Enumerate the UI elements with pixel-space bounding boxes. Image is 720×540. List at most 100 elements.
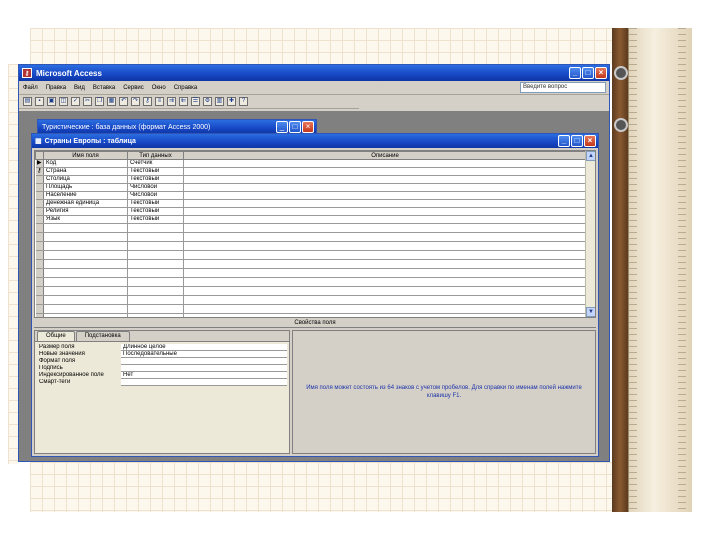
description-cell[interactable] bbox=[183, 199, 587, 208]
vertical-scrollbar[interactable]: ▲ ▼ bbox=[585, 151, 595, 317]
data-type-cell[interactable]: Текстовый bbox=[127, 199, 184, 208]
minimize-button[interactable]: _ bbox=[569, 67, 581, 79]
tab-general[interactable]: Общие bbox=[37, 331, 75, 341]
table-row[interactable] bbox=[35, 295, 587, 305]
table-window-titlebar[interactable]: ▦ Страны Европы : таблица _ □ × bbox=[32, 134, 598, 148]
description-cell[interactable] bbox=[183, 207, 587, 216]
description-cell[interactable] bbox=[183, 295, 587, 305]
field-name-cell[interactable] bbox=[43, 259, 128, 269]
description-cell[interactable] bbox=[183, 215, 587, 224]
field-name-cell[interactable]: Код bbox=[43, 159, 128, 168]
data-type-cell[interactable] bbox=[127, 259, 184, 269]
copy-icon[interactable]: ❐ bbox=[95, 97, 104, 106]
table-maximize-button[interactable]: □ bbox=[571, 135, 583, 147]
field-name-cell[interactable]: Религия bbox=[43, 207, 128, 216]
table-row[interactable] bbox=[35, 268, 587, 278]
row-selector[interactable] bbox=[35, 268, 44, 278]
data-type-cell[interactable]: Текстовый bbox=[127, 215, 184, 224]
row-selector[interactable] bbox=[35, 199, 44, 208]
scroll-up-icon[interactable]: ▲ bbox=[586, 151, 595, 161]
field-name-cell[interactable]: Страна bbox=[43, 167, 128, 176]
property-value[interactable] bbox=[121, 365, 287, 372]
field-name-cell[interactable] bbox=[43, 241, 128, 251]
table-row[interactable] bbox=[35, 223, 587, 233]
database-window-titlebar[interactable]: Туристические : база данных (формат Acce… bbox=[38, 120, 316, 134]
preview-icon[interactable]: ◫ bbox=[59, 97, 68, 106]
row-selector[interactable] bbox=[35, 241, 44, 251]
data-type-cell[interactable] bbox=[127, 268, 184, 278]
delete-row-icon[interactable]: ⇇ bbox=[179, 97, 188, 106]
properties-icon[interactable]: ☰ bbox=[191, 97, 200, 106]
field-name-cell[interactable]: Денежная единица bbox=[43, 199, 128, 208]
description-cell[interactable] bbox=[183, 259, 587, 269]
property-value[interactable] bbox=[121, 358, 287, 365]
data-type-cell[interactable]: Счетчик bbox=[127, 159, 184, 168]
field-name-cell[interactable] bbox=[43, 286, 128, 296]
key-icon[interactable]: ⚷ bbox=[143, 97, 152, 106]
data-type-cell[interactable]: Числовой bbox=[127, 183, 184, 192]
row-selector[interactable] bbox=[35, 277, 44, 287]
row-selector[interactable] bbox=[35, 207, 44, 216]
table-row[interactable] bbox=[35, 241, 587, 251]
field-name-cell[interactable] bbox=[43, 277, 128, 287]
description-cell[interactable] bbox=[183, 268, 587, 278]
table-row[interactable]: Столица Текстовый bbox=[35, 175, 587, 184]
close-button[interactable]: × bbox=[595, 67, 607, 79]
undo-icon[interactable]: ↶ bbox=[119, 97, 128, 106]
table-row[interactable]: ▶ Код Счетчик bbox=[35, 159, 587, 168]
description-cell[interactable] bbox=[183, 183, 587, 192]
view-icon[interactable]: ▤ bbox=[23, 97, 32, 106]
table-row[interactable] bbox=[35, 304, 587, 314]
redo-icon[interactable]: ↷ bbox=[131, 97, 140, 106]
table-close-button[interactable]: × bbox=[584, 135, 596, 147]
build-icon[interactable]: ⚙ bbox=[203, 97, 212, 106]
table-row[interactable]: Денежная единица Текстовый bbox=[35, 199, 587, 208]
menu-item-insert[interactable]: Вставка bbox=[93, 85, 115, 91]
db-maximize-button[interactable]: □ bbox=[289, 121, 301, 133]
description-cell[interactable] bbox=[183, 167, 587, 176]
field-name-cell[interactable]: Язык bbox=[43, 215, 128, 224]
row-selector[interactable] bbox=[35, 259, 44, 269]
table-minimize-button[interactable]: _ bbox=[558, 135, 570, 147]
data-type-cell[interactable]: Числовой bbox=[127, 191, 184, 200]
field-name-cell[interactable] bbox=[43, 304, 128, 314]
row-selector[interactable] bbox=[35, 223, 44, 233]
save-icon[interactable]: ▪ bbox=[35, 97, 44, 106]
new-object-icon[interactable]: ✚ bbox=[227, 97, 236, 106]
insert-row-icon[interactable]: ⇉ bbox=[167, 97, 176, 106]
data-type-cell[interactable] bbox=[127, 304, 184, 314]
row-selector[interactable] bbox=[35, 175, 44, 184]
table-row[interactable] bbox=[35, 232, 587, 242]
data-type-cell[interactable] bbox=[127, 232, 184, 242]
row-selector[interactable] bbox=[35, 191, 44, 200]
description-cell[interactable] bbox=[183, 159, 587, 168]
access-key-icon[interactable]: ⚷ bbox=[22, 68, 32, 78]
data-type-cell[interactable]: Текстовый bbox=[127, 167, 184, 176]
db-minimize-button[interactable]: _ bbox=[276, 121, 288, 133]
data-type-cell[interactable]: Текстовый bbox=[127, 207, 184, 216]
data-type-cell[interactable] bbox=[127, 277, 184, 287]
property-value[interactable]: Нет bbox=[121, 372, 287, 379]
help-icon[interactable]: ? bbox=[239, 97, 248, 106]
field-name-cell[interactable]: Столица bbox=[43, 175, 128, 184]
description-cell[interactable] bbox=[183, 241, 587, 251]
print-icon[interactable]: ▣ bbox=[47, 97, 56, 106]
property-value[interactable]: Длинное целое bbox=[121, 344, 287, 351]
menu-item-tools[interactable]: Сервис bbox=[123, 85, 144, 91]
help-search-input[interactable]: Введите вопрос bbox=[520, 82, 606, 93]
row-selector[interactable] bbox=[35, 183, 44, 192]
data-type-cell[interactable] bbox=[127, 286, 184, 296]
data-type-cell[interactable] bbox=[127, 295, 184, 305]
tab-lookup[interactable]: Подстановка bbox=[75, 331, 130, 341]
data-type-cell[interactable] bbox=[127, 223, 184, 233]
menu-item-window[interactable]: Окно bbox=[152, 85, 166, 91]
field-name-cell[interactable] bbox=[43, 268, 128, 278]
description-cell[interactable] bbox=[183, 175, 587, 184]
data-type-cell[interactable]: Текстовый bbox=[127, 175, 184, 184]
db-close-button[interactable]: × bbox=[302, 121, 314, 133]
table-row[interactable] bbox=[35, 250, 587, 260]
row-marker-icon[interactable]: ▶ bbox=[35, 159, 44, 168]
row-marker-icon[interactable]: ⚷ bbox=[35, 167, 44, 176]
row-selector[interactable] bbox=[35, 250, 44, 260]
row-selector[interactable] bbox=[35, 304, 44, 314]
